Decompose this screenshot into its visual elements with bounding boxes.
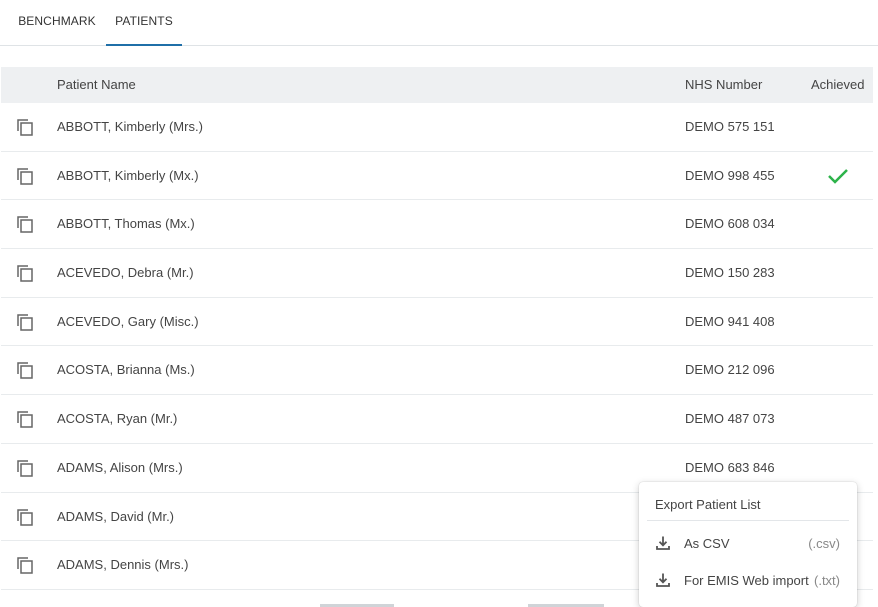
column-header-achieved[interactable]: Achieved — [811, 77, 864, 92]
export-csv-menu-item[interactable]: As CSV (.csv) — [639, 527, 857, 557]
export-csv-label: As CSV — [684, 536, 730, 551]
nhs-number: DEMO 212 096 — [685, 362, 775, 378]
nhs-number: DEMO 487 073 — [685, 411, 775, 427]
copy-icon[interactable] — [16, 167, 34, 185]
nhs-number: DEMO 941 408 — [685, 313, 775, 329]
table-row[interactable]: ACEVEDO, Gary (Misc.) DEMO 941 408 — [1, 298, 873, 347]
export-emis-label: For EMIS Web import — [684, 573, 809, 588]
export-menu: Export Patient List As CSV (.csv) For EM… — [639, 482, 857, 607]
copy-icon[interactable] — [16, 215, 34, 234]
patient-name: ACEVEDO, Gary (Misc.) — [57, 313, 199, 329]
copy-icon[interactable] — [16, 361, 34, 380]
export-emis-menu-item[interactable]: For EMIS Web import (.txt) — [639, 564, 857, 594]
patient-name: ABBOTT, Kimberly (Mrs.) — [57, 119, 203, 134]
patient-name: ADAMS, David (Mr.) — [57, 508, 175, 524]
download-icon — [656, 536, 670, 550]
patient-name: ADAMS, Alison (Mrs.) — [57, 459, 183, 475]
table-row[interactable]: ABBOTT, Kimberly (Mrs.) DEMO 575 151 — [1, 103, 873, 152]
copy-icon[interactable] — [16, 264, 34, 282]
copy-icon[interactable] — [16, 313, 34, 331]
nhs-number: DEMO 575 151 — [685, 119, 775, 134]
table-header: Patient Name NHS Number Achieved — [1, 67, 873, 103]
patient-name: ACOSTA, Brianna (Ms.) — [57, 362, 195, 378]
nhs-number: DEMO 683 846 — [685, 459, 775, 475]
tab-patients[interactable]: PATIENTS — [106, 0, 182, 46]
patient-name: ABBOTT, Kimberly (Mx.) — [57, 167, 199, 183]
copy-icon[interactable] — [16, 508, 34, 526]
column-header-nhs-number[interactable]: NHS Number — [685, 77, 762, 92]
copy-icon[interactable] — [16, 118, 34, 136]
column-header-patient-name[interactable]: Patient Name — [57, 77, 136, 92]
export-emis-extension: (.txt) — [814, 573, 840, 588]
table-row[interactable]: ACOSTA, Brianna (Ms.) DEMO 212 096 — [1, 346, 873, 396]
copy-icon[interactable] — [16, 410, 34, 428]
download-icon — [656, 573, 670, 587]
tab-benchmark[interactable]: BENCHMARK — [8, 0, 106, 46]
patient-name: ADAMS, Dennis (Mrs.) — [57, 557, 189, 573]
table-row[interactable]: ACOSTA, Ryan (Mr.) DEMO 487 073 — [1, 395, 873, 444]
copy-icon[interactable] — [16, 556, 34, 574]
table-row[interactable]: ACEVEDO, Debra (Mr.) DEMO 150 283 — [1, 249, 873, 298]
table-row[interactable]: ABBOTT, Thomas (Mx.) DEMO 608 034 — [1, 200, 873, 250]
copy-icon[interactable] — [16, 459, 34, 477]
nhs-number: DEMO 150 283 — [685, 265, 775, 281]
achieved-check-icon — [827, 167, 849, 185]
table-row[interactable]: ABBOTT, Kimberly (Mx.) DEMO 998 455 — [1, 152, 873, 201]
nhs-number: DEMO 608 034 — [685, 216, 775, 232]
menu-divider — [647, 520, 849, 521]
export-menu-title: Export Patient List — [655, 497, 761, 512]
tab-bar: BENCHMARK PATIENTS — [0, 0, 878, 46]
patient-name: ACEVEDO, Debra (Mr.) — [57, 265, 194, 281]
nhs-number: DEMO 998 455 — [685, 167, 775, 183]
patient-name: ABBOTT, Thomas (Mx.) — [57, 216, 195, 232]
export-csv-extension: (.csv) — [808, 536, 840, 551]
patient-name: ACOSTA, Ryan (Mr.) — [57, 411, 178, 427]
